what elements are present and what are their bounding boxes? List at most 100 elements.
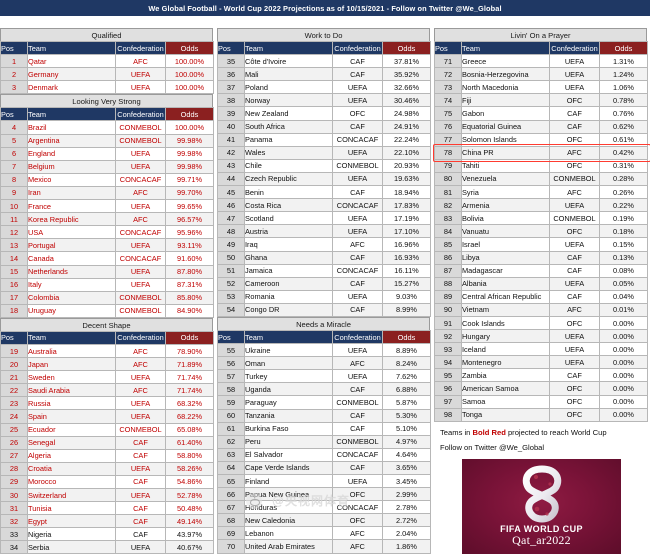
column-header-pos[interactable]: Pos	[435, 42, 462, 55]
cell-confederation[interactable]: CONMEBOL	[116, 291, 166, 304]
table-row[interactable]: 64Cape Verde IslandsCAF3.65%	[218, 461, 431, 474]
table-row[interactable]: 3DenmarkUEFA100.00%	[1, 81, 214, 94]
cell-confederation[interactable]: CONMEBOL	[333, 159, 383, 172]
cell-pos[interactable]: 22	[1, 384, 28, 397]
cell-team[interactable]: Côte d'Ivoire	[245, 55, 333, 68]
cell-pos[interactable]: 7	[1, 160, 28, 173]
cell-team[interactable]: Ghana	[245, 251, 333, 264]
cell-confederation[interactable]: CAF	[550, 120, 600, 133]
cell-odds[interactable]: 0.76%	[600, 107, 648, 120]
cell-odds[interactable]: 5.87%	[383, 396, 431, 409]
table-row[interactable]: 56OmanAFC8.24%	[218, 357, 431, 370]
cell-odds[interactable]: 16.96%	[383, 238, 431, 251]
cell-team[interactable]: Honduras	[245, 501, 333, 514]
cell-team[interactable]: Burkina Faso	[245, 422, 333, 435]
cell-pos[interactable]: 65	[218, 475, 245, 488]
cell-odds[interactable]: 99.98%	[166, 160, 214, 173]
cell-team[interactable]: Benin	[245, 186, 333, 199]
cell-pos[interactable]: 71	[435, 55, 462, 68]
table-row[interactable]: 15NetherlandsUEFA87.80%	[1, 265, 214, 278]
cell-confederation[interactable]: CONMEBOL	[116, 134, 166, 147]
cell-team[interactable]: Finland	[245, 475, 333, 488]
cell-team[interactable]: Algeria	[28, 449, 116, 462]
table-row[interactable]: 95ZambiaCAF0.00%	[435, 369, 648, 382]
cell-odds[interactable]: 95.96%	[166, 226, 214, 239]
cell-odds[interactable]: 58.80%	[166, 449, 214, 462]
cell-team[interactable]: Cameroon	[245, 277, 333, 290]
cell-odds[interactable]: 40.67%	[166, 541, 214, 554]
cell-pos[interactable]: 21	[1, 371, 28, 384]
cell-team[interactable]: Italy	[28, 278, 116, 291]
column-header-confederation[interactable]: Confederation	[116, 331, 166, 344]
cell-odds[interactable]: 0.00%	[600, 343, 648, 356]
cell-confederation[interactable]: AFC	[550, 146, 600, 159]
cell-odds[interactable]: 16.93%	[383, 251, 431, 264]
cell-odds[interactable]: 17.19%	[383, 212, 431, 225]
table-row[interactable]: 30SwitzerlandUEFA52.78%	[1, 489, 214, 502]
column-header-odds[interactable]: Odds	[600, 42, 648, 55]
cell-pos[interactable]: 39	[218, 107, 245, 120]
cell-odds[interactable]: 71.74%	[166, 384, 214, 397]
cell-odds[interactable]: 0.00%	[600, 382, 648, 395]
cell-confederation[interactable]: CONMEBOL	[333, 435, 383, 448]
cell-pos[interactable]: 6	[1, 147, 28, 160]
table-row[interactable]: 86LibyaCAF0.13%	[435, 251, 648, 264]
cell-odds[interactable]: 0.00%	[600, 395, 648, 408]
cell-confederation[interactable]: CAF	[550, 369, 600, 382]
table-row[interactable]: 28CroatiaUEFA58.26%	[1, 462, 214, 475]
cell-pos[interactable]: 83	[435, 212, 462, 225]
cell-confederation[interactable]: UEFA	[333, 81, 383, 94]
table-row[interactable]: 38NorwayUEFA30.46%	[218, 94, 431, 107]
cell-team[interactable]: Peru	[245, 435, 333, 448]
cell-pos[interactable]: 66	[218, 488, 245, 501]
cell-odds[interactable]: 96.57%	[166, 213, 214, 226]
cell-team[interactable]: Israel	[462, 238, 550, 251]
cell-pos[interactable]: 98	[435, 408, 462, 421]
cell-team[interactable]: Hungary	[462, 330, 550, 343]
table-row[interactable]: 36MaliCAF35.92%	[218, 68, 431, 81]
table-row[interactable]: 75GabonCAF0.76%	[435, 107, 648, 120]
cell-pos[interactable]: 84	[435, 225, 462, 238]
cell-confederation[interactable]: UEFA	[333, 370, 383, 383]
cell-pos[interactable]: 23	[1, 397, 28, 410]
cell-pos[interactable]: 15	[1, 265, 28, 278]
cell-confederation[interactable]: CONCACAF	[116, 173, 166, 186]
cell-odds[interactable]: 0.01%	[600, 303, 648, 316]
cell-odds[interactable]: 30.46%	[383, 94, 431, 107]
cell-odds[interactable]: 4.64%	[383, 448, 431, 461]
cell-pos[interactable]: 40	[218, 120, 245, 133]
table-row[interactable]: 24SpainUEFA68.22%	[1, 410, 214, 423]
cell-team[interactable]: Argentina	[28, 134, 116, 147]
cell-pos[interactable]: 36	[218, 68, 245, 81]
cell-pos[interactable]: 49	[218, 238, 245, 251]
table-row[interactable]: 59ParaguayCONMEBOL5.87%	[218, 396, 431, 409]
table-row[interactable]: 91Cook IslandsOFC0.00%	[435, 316, 648, 329]
cell-confederation[interactable]: UEFA	[333, 94, 383, 107]
cell-odds[interactable]: 5.10%	[383, 422, 431, 435]
cell-confederation[interactable]: UEFA	[116, 81, 166, 94]
cell-confederation[interactable]: AFC	[116, 213, 166, 226]
table-row[interactable]: 48AustriaUEFA17.10%	[218, 225, 431, 238]
cell-team[interactable]: Colombia	[28, 291, 116, 304]
cell-confederation[interactable]: CAF	[116, 528, 166, 541]
cell-pos[interactable]: 20	[1, 358, 28, 371]
cell-team[interactable]: Germany	[28, 68, 116, 81]
cell-team[interactable]: Paraguay	[245, 396, 333, 409]
cell-confederation[interactable]: UEFA	[550, 277, 600, 290]
cell-team[interactable]: Spain	[28, 410, 116, 423]
column-header-team[interactable]: Team	[245, 330, 333, 343]
cell-odds[interactable]: 0.00%	[600, 356, 648, 369]
cell-confederation[interactable]: CAF	[116, 449, 166, 462]
cell-pos[interactable]: 96	[435, 382, 462, 395]
cell-odds[interactable]: 8.89%	[383, 344, 431, 357]
cell-team[interactable]: Senegal	[28, 436, 116, 449]
cell-pos[interactable]: 48	[218, 225, 245, 238]
column-header-confederation[interactable]: Confederation	[116, 42, 166, 55]
table-row[interactable]: 32EgyptCAF49.14%	[1, 515, 214, 528]
cell-confederation[interactable]: UEFA	[550, 356, 600, 369]
cell-team[interactable]: Armenia	[462, 199, 550, 212]
cell-confederation[interactable]: CONCACAF	[333, 448, 383, 461]
cell-odds[interactable]: 71.89%	[166, 358, 214, 371]
cell-odds[interactable]: 15.27%	[383, 277, 431, 290]
table-row[interactable]: 84VanuatuOFC0.18%	[435, 225, 648, 238]
